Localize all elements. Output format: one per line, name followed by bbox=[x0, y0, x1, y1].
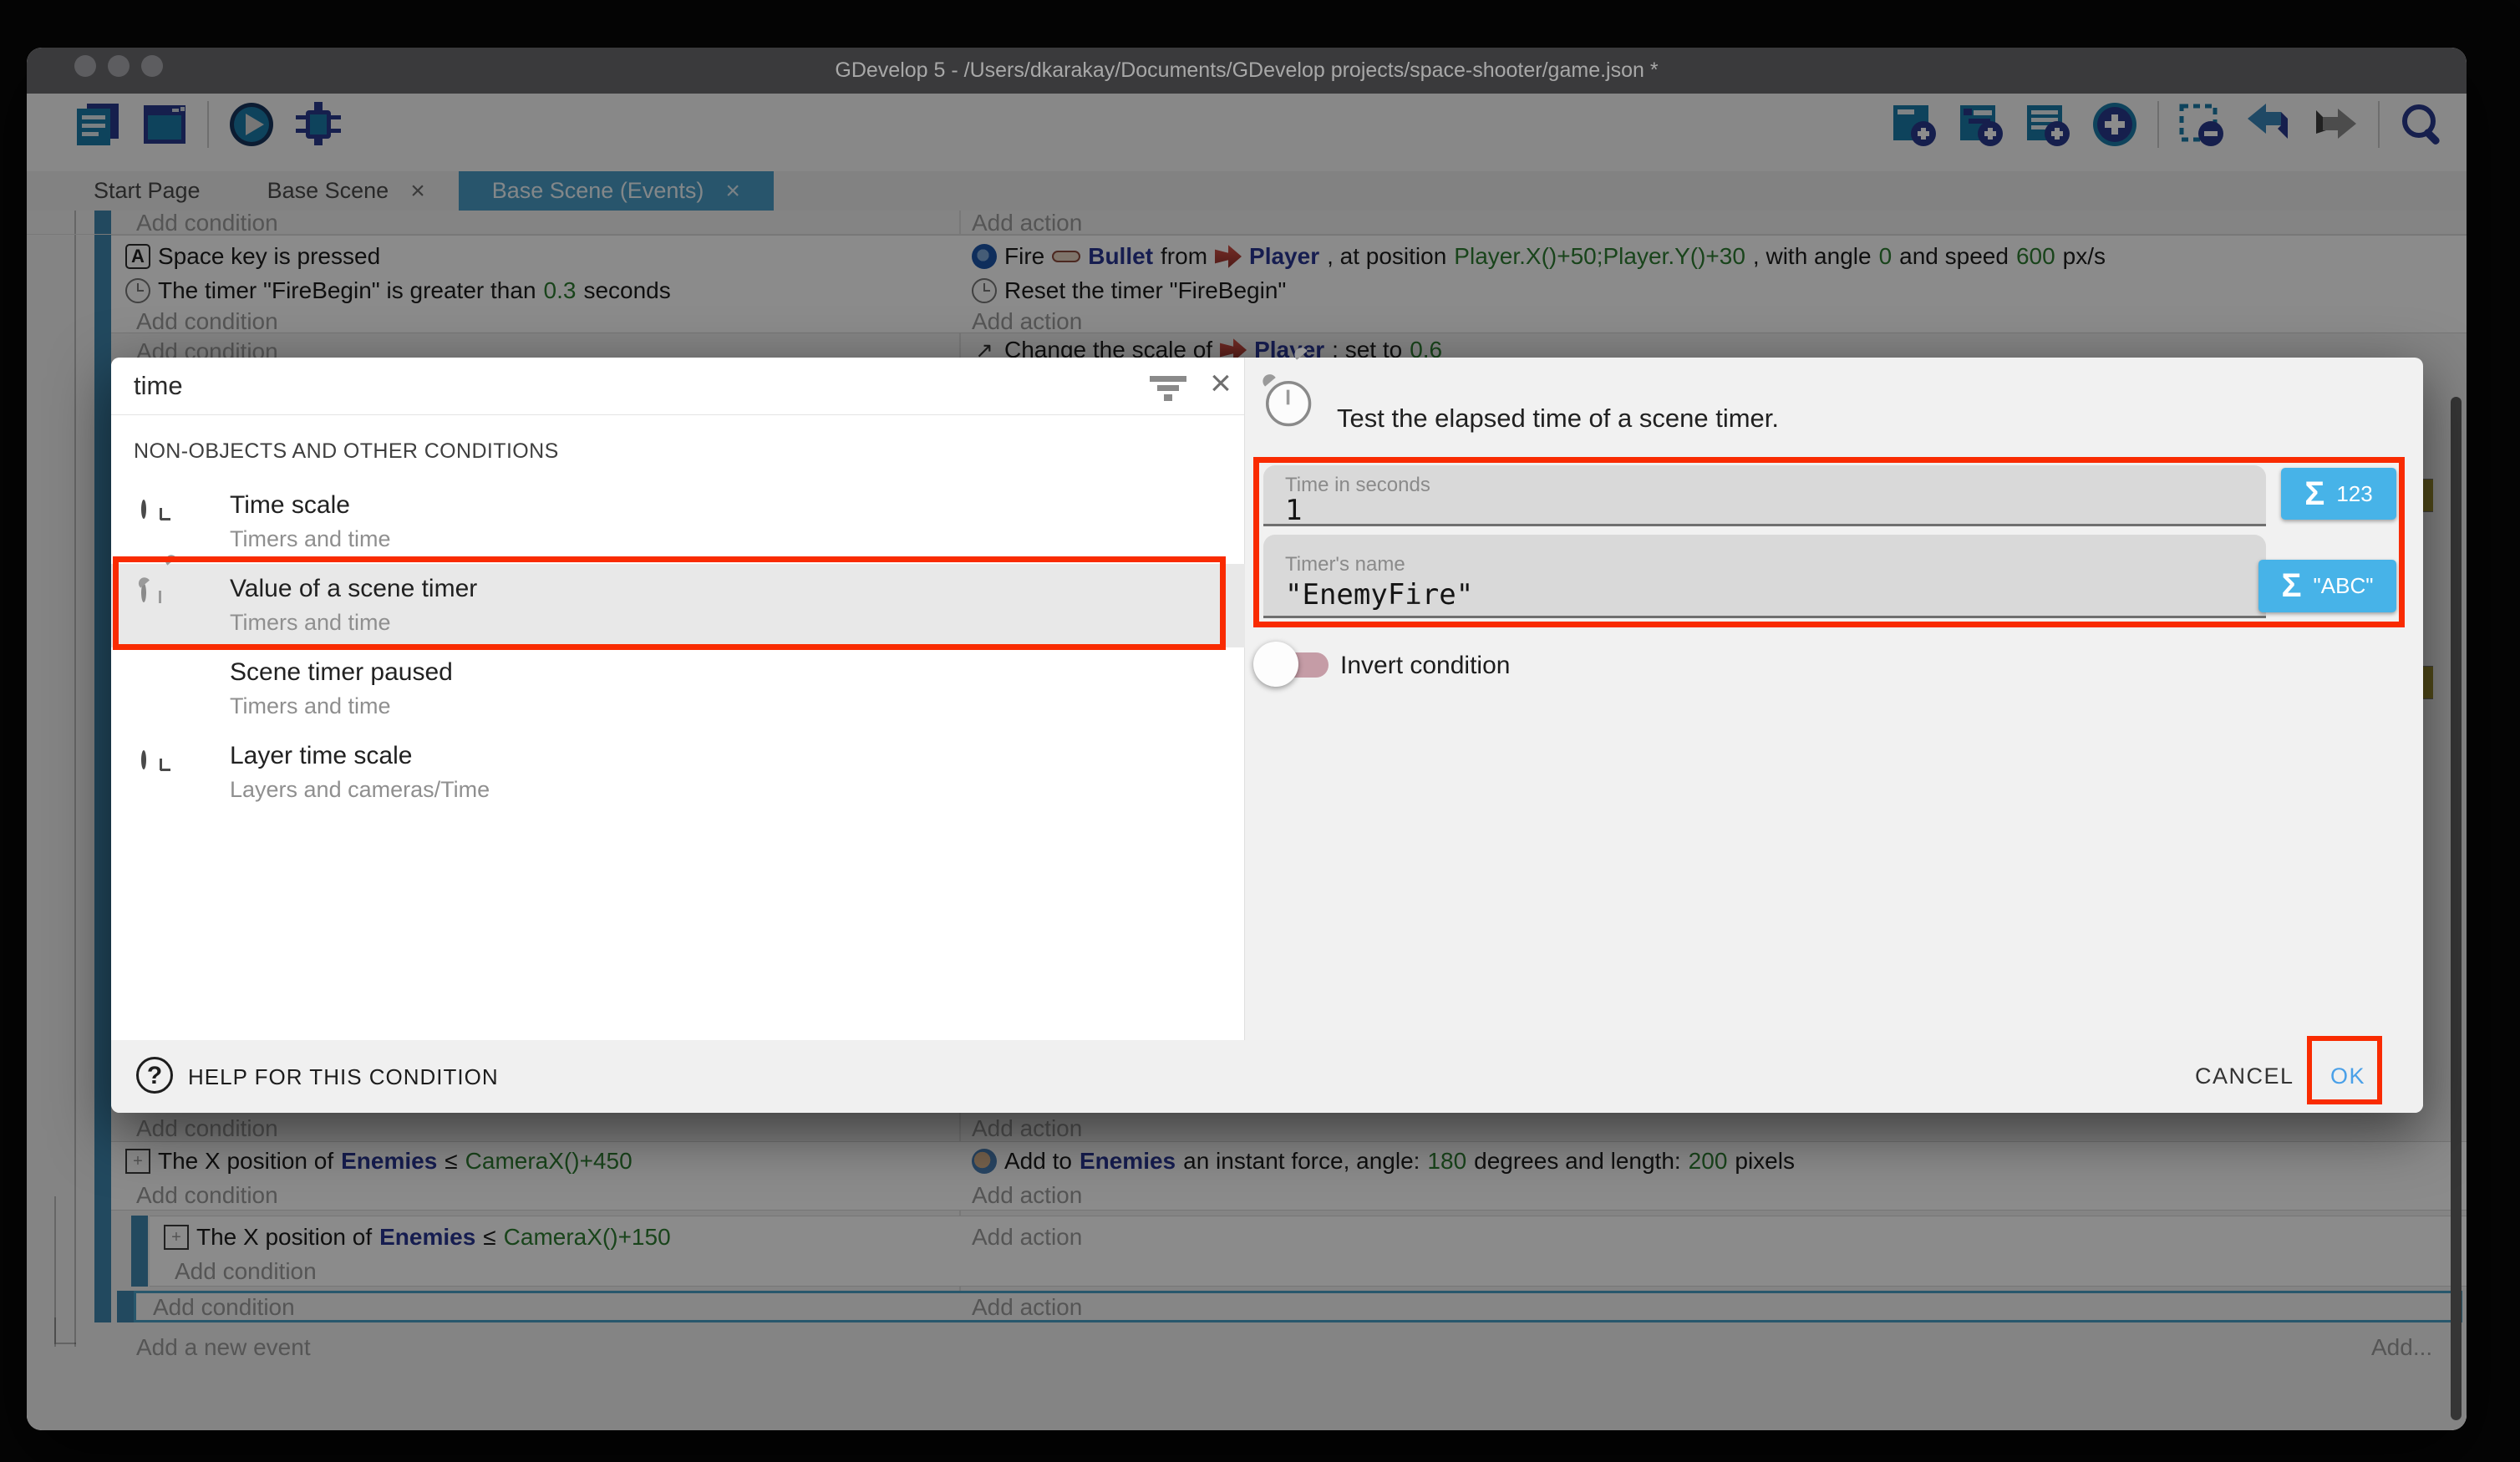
condition-settings-panel: Test the elapsed time of a scene timer. … bbox=[1245, 358, 2423, 1040]
alarm-clock-icon bbox=[141, 583, 146, 602]
search-input[interactable]: time bbox=[134, 371, 183, 401]
button-label: 123 bbox=[2336, 481, 2372, 507]
cancel-button[interactable]: CANCEL bbox=[2195, 1064, 2294, 1089]
time-in-seconds-field[interactable]: Time in seconds 1 bbox=[1263, 465, 2266, 526]
condition-item-time-scale[interactable]: Time scale Timers and time bbox=[111, 480, 1245, 564]
dialog-footer: ? HELP FOR THIS CONDITION CANCEL OK bbox=[111, 1040, 2423, 1113]
search-bar[interactable]: time × bbox=[111, 358, 1244, 415]
clear-search-icon[interactable]: × bbox=[1202, 364, 1240, 403]
invert-condition-label: Invert condition bbox=[1340, 652, 1510, 680]
timer-name-field[interactable]: Timer's name "EnemyFire" bbox=[1263, 535, 2266, 618]
sigma-icon: Σ bbox=[2282, 567, 2302, 605]
invert-condition-toggle-thumb[interactable] bbox=[1253, 642, 1298, 687]
condition-list-panel: time × NON-OBJECTS AND OTHER CONDITIONS … bbox=[111, 358, 1245, 1040]
filter-icon[interactable] bbox=[1149, 376, 1187, 401]
field-label: Timer's name bbox=[1285, 553, 1405, 576]
condition-subtitle: Timers and time bbox=[230, 610, 391, 636]
condition-title: Layer time scale bbox=[230, 742, 412, 770]
alarm-clock-icon bbox=[1266, 381, 1311, 426]
window-title: GDevelop 5 - /Users/dkarakay/Documents/G… bbox=[27, 58, 2467, 83]
condition-chooser-dialog: time × NON-OBJECTS AND OTHER CONDITIONS … bbox=[111, 358, 2423, 1113]
app-window: GDevelop 5 - /Users/dkarakay/Documents/G… bbox=[27, 48, 2467, 1430]
clock-icon bbox=[141, 750, 146, 769]
field-value[interactable]: "EnemyFire" bbox=[1285, 578, 1473, 612]
condition-title: Value of a scene timer bbox=[230, 575, 477, 603]
condition-title: Time scale bbox=[230, 491, 350, 520]
expression-editor-number-button[interactable]: Σ 123 bbox=[2281, 468, 2396, 520]
help-link[interactable]: HELP FOR THIS CONDITION bbox=[188, 1064, 499, 1090]
expression-editor-string-button[interactable]: Σ "ABC" bbox=[2258, 560, 2396, 612]
field-value[interactable]: 1 bbox=[1285, 494, 1302, 527]
ok-button[interactable]: OK bbox=[2330, 1064, 2365, 1089]
condition-title: Scene timer paused bbox=[230, 658, 453, 687]
button-label: "ABC" bbox=[2314, 573, 2374, 599]
panel-header: Test the elapsed time of a scene timer. bbox=[1337, 404, 1779, 434]
clock-icon bbox=[141, 500, 146, 519]
condition-item-layer-time-scale[interactable]: Layer time scale Layers and cameras/Time bbox=[111, 731, 1245, 815]
condition-subtitle: Timers and time bbox=[230, 693, 391, 719]
condition-subtitle: Layers and cameras/Time bbox=[230, 777, 490, 803]
condition-item-scene-timer-paused[interactable]: Scene timer paused Timers and time bbox=[111, 647, 1245, 731]
condition-subtitle: Timers and time bbox=[230, 526, 391, 552]
help-icon[interactable]: ? bbox=[136, 1057, 173, 1094]
titlebar: GDevelop 5 - /Users/dkarakay/Documents/G… bbox=[27, 48, 2467, 94]
condition-item-value-of-scene-timer[interactable]: Value of a scene timer Timers and time bbox=[111, 564, 1245, 647]
sigma-icon: Σ bbox=[2304, 475, 2324, 513]
field-label: Time in seconds bbox=[1285, 474, 1430, 497]
section-header: NON-OBJECTS AND OTHER CONDITIONS bbox=[134, 439, 559, 464]
